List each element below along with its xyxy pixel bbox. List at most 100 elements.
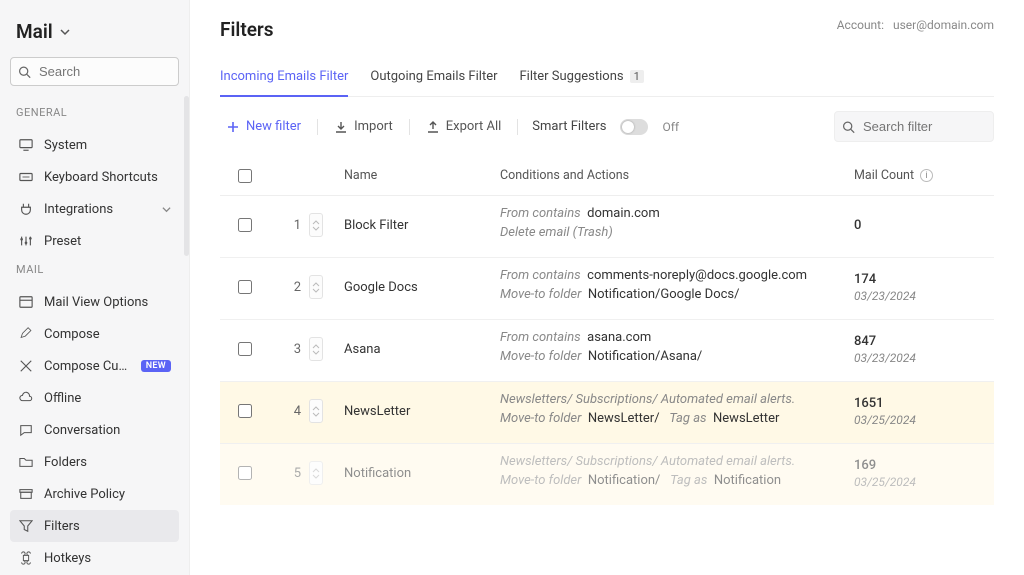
row-conditions: From contains comments-noreply@docs.goog… <box>500 268 854 306</box>
import-button[interactable]: Import <box>328 115 399 138</box>
row-order: 5 <box>287 466 301 481</box>
row-name: Asana <box>340 342 500 357</box>
tab-incoming[interactable]: Incoming Emails Filter <box>220 63 348 96</box>
table-row[interactable]: 3AsanaFrom contains asana.comMove-to fol… <box>220 320 994 382</box>
smart-filter-toggle[interactable] <box>620 119 648 135</box>
nav-mail: Mail View Options Compose Compose Custom… <box>10 286 179 574</box>
sidebar-item-label: System <box>44 138 171 153</box>
section-mail-label: MAIL <box>10 257 179 286</box>
row-conditions: From contains asana.comMove-to folder No… <box>500 330 854 368</box>
toolbar-label: Export All <box>446 119 502 134</box>
export-all-button[interactable]: Export All <box>420 115 508 138</box>
row-order: 2 <box>287 280 301 295</box>
table-row[interactable]: 4NewsLetterNewsletters/ Subscriptions/ A… <box>220 382 994 444</box>
search-icon <box>842 120 855 133</box>
sidebar-item-label: Preset <box>44 234 171 249</box>
new-filter-button[interactable]: New filter <box>220 115 307 138</box>
sidebar-item-compose[interactable]: Compose <box>10 318 179 350</box>
row-checkbox[interactable] <box>238 218 252 232</box>
cloud-off-icon <box>18 390 34 406</box>
row-name: Notification <box>340 466 500 481</box>
layout-icon <box>18 294 34 310</box>
plug-icon <box>18 201 34 217</box>
table-row[interactable]: 5NotificationNewsletters/ Subscriptions/… <box>220 444 994 505</box>
scrollbar-thumb[interactable] <box>184 96 189 256</box>
sidebar-item-compose-custom[interactable]: Compose Customi... NEW <box>10 350 179 382</box>
tabs: Incoming Emails Filter Outgoing Emails F… <box>220 63 994 97</box>
main-content: Filters Account: user@domain.com Incomin… <box>190 0 1024 575</box>
row-mailcount: 165103/25/2024 <box>854 396 994 427</box>
sidebar-item-offline[interactable]: Offline <box>10 382 179 414</box>
info-icon[interactable]: i <box>920 169 933 182</box>
new-badge: NEW <box>141 360 171 372</box>
sidebar-item-label: Archive Policy <box>44 487 171 502</box>
row-checkbox[interactable] <box>238 280 252 294</box>
smart-filter-label: Smart Filters <box>532 119 606 134</box>
row-name: NewsLetter <box>340 404 500 419</box>
sidebar-search-input[interactable] <box>10 57 179 86</box>
row-order: 1 <box>287 218 301 233</box>
row-name: Google Docs <box>340 280 500 295</box>
tab-label: Filter Suggestions <box>520 69 624 84</box>
filter-search-input[interactable] <box>834 111 994 142</box>
sidebar-item-mailview[interactable]: Mail View Options <box>10 286 179 318</box>
table-row[interactable]: 1Block FilterFrom contains domain.comDel… <box>220 196 994 258</box>
tab-suggestions[interactable]: Filter Suggestions 1 <box>520 63 644 96</box>
select-all-checkbox[interactable] <box>238 169 252 183</box>
folder-icon <box>18 454 34 470</box>
filter-search <box>834 111 994 142</box>
edit-icon <box>18 326 34 342</box>
sidebar-item-hotkeys[interactable]: Hotkeys <box>10 542 179 574</box>
sidebar-item-integrations[interactable]: Integrations <box>10 193 179 225</box>
sidebar-item-label: Conversation <box>44 423 171 438</box>
sidebar-item-label: Keyboard Shortcuts <box>44 170 171 185</box>
reorder-handle[interactable] <box>309 461 323 485</box>
row-mailcount: 84703/23/2024 <box>854 334 994 365</box>
plus-icon <box>226 120 240 134</box>
monitor-icon <box>18 137 34 153</box>
sidebar-item-conversation[interactable]: Conversation <box>10 414 179 446</box>
toolbar: New filter Import Export All Smart Filte… <box>220 111 994 142</box>
chevron-down-icon <box>162 205 171 214</box>
row-checkbox[interactable] <box>238 342 252 356</box>
row-name: Block Filter <box>340 218 500 233</box>
reorder-handle[interactable] <box>309 399 323 423</box>
sidebar-item-label: Filters <box>44 519 171 534</box>
row-mailcount: 17403/23/2024 <box>854 272 994 303</box>
col-conditions: Conditions and Actions <box>500 168 854 183</box>
chat-icon <box>18 422 34 438</box>
account-value: user@domain.com <box>893 18 994 32</box>
toolbar-label: Import <box>354 119 393 134</box>
col-mailcount: Mail Count <box>854 168 914 183</box>
import-icon <box>334 120 348 134</box>
table-row[interactable]: 2 Google DocsFrom contains comments-norep… <box>220 258 994 320</box>
sidebar-search <box>10 57 179 86</box>
row-order: 4 <box>287 404 301 419</box>
account-info: Account: user@domain.com <box>837 18 994 32</box>
sidebar-item-keyboard[interactable]: Keyboard Shortcuts <box>10 161 179 193</box>
sidebar-item-preset[interactable]: Preset <box>10 225 179 257</box>
sidebar: Mail GENERAL System Keyboard Shortcuts <box>0 0 190 575</box>
sidebar-item-filters[interactable]: Filters <box>10 510 179 542</box>
page-title: Filters <box>220 18 274 41</box>
sidebar-title: Mail <box>16 20 53 43</box>
row-checkbox[interactable] <box>238 466 252 480</box>
sidebar-item-label: Offline <box>44 391 171 406</box>
export-icon <box>426 120 440 134</box>
reorder-handle[interactable] <box>309 275 323 299</box>
reorder-handle[interactable] <box>309 337 323 361</box>
tab-badge: 1 <box>630 70 644 83</box>
sidebar-item-folders[interactable]: Folders <box>10 446 179 478</box>
row-checkbox[interactable] <box>238 404 252 418</box>
sidebar-item-system[interactable]: System <box>10 129 179 161</box>
filter-icon <box>18 518 34 534</box>
section-general-label: GENERAL <box>10 100 179 129</box>
chevron-down-icon <box>59 26 71 38</box>
tab-outgoing[interactable]: Outgoing Emails Filter <box>370 63 497 96</box>
divider <box>317 119 318 135</box>
row-mailcount: 16903/25/2024 <box>854 458 994 489</box>
reorder-handle[interactable] <box>309 213 323 237</box>
sidebar-item-archive[interactable]: Archive Policy <box>10 478 179 510</box>
sidebar-header[interactable]: Mail <box>10 12 179 57</box>
crossed-tools-icon <box>18 358 34 374</box>
